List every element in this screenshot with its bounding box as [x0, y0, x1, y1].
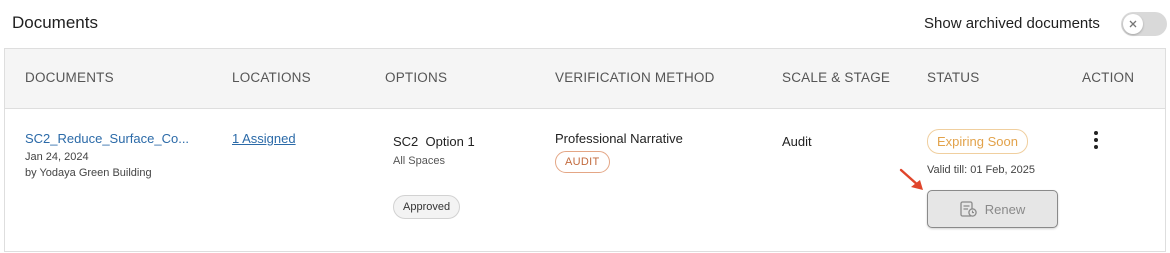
document-author: by Yodaya Green Building: [25, 167, 152, 179]
renew-button-label: Renew: [984, 201, 1026, 217]
option-title: SC2 Option 1: [393, 134, 475, 149]
column-header-status: STATUS: [927, 70, 980, 85]
verification-method: Professional Narrative: [555, 131, 683, 146]
option-scope: All Spaces: [393, 155, 445, 167]
show-archived-label: Show archived documents: [924, 15, 1100, 32]
scale-stage-value: Audit: [782, 134, 812, 149]
kebab-menu-icon[interactable]: [1091, 129, 1101, 151]
verification-audit-badge: AUDIT: [555, 151, 610, 173]
locations-assigned-link[interactable]: 1 Assigned: [232, 131, 296, 146]
option-code: SC2: [393, 134, 419, 149]
column-header-locations: LOCATIONS: [232, 70, 311, 85]
column-header-scale-stage: SCALE & STAGE: [782, 70, 891, 85]
renew-button[interactable]: Renew: [927, 190, 1058, 228]
show-archived-toggle[interactable]: [1121, 12, 1167, 36]
kebab-dot: [1094, 131, 1098, 135]
valid-till-date: Valid till: 01 Feb, 2025: [927, 164, 1036, 176]
page-header: Documents Show archived documents: [0, 0, 1170, 48]
status-badge: Expiring Soon: [927, 129, 1028, 154]
column-header-verification-method: VERIFICATION METHOD: [555, 70, 715, 85]
option-name: Option 1: [425, 134, 475, 149]
close-icon: [1129, 20, 1137, 28]
column-header-action: ACTION: [1082, 70, 1135, 85]
document-name-link[interactable]: SC2_Reduce_Surface_Co...: [25, 131, 189, 146]
documents-table: DOCUMENTS LOCATIONS OPTIONS VERIFICATION…: [4, 48, 1166, 252]
column-header-documents: DOCUMENTS: [25, 70, 114, 85]
document-date: Jan 24, 2024: [25, 151, 89, 163]
column-header-options: OPTIONS: [385, 70, 448, 85]
page-title: Documents: [12, 13, 98, 32]
document-refresh-icon: [960, 200, 977, 217]
approval-status-chip: Approved: [393, 195, 461, 219]
toggle-knob: [1123, 14, 1143, 34]
kebab-dot: [1094, 145, 1098, 149]
red-arrow-icon: [899, 168, 923, 190]
table-header: DOCUMENTS LOCATIONS OPTIONS VERIFICATION…: [5, 49, 1165, 109]
kebab-dot: [1094, 138, 1098, 142]
